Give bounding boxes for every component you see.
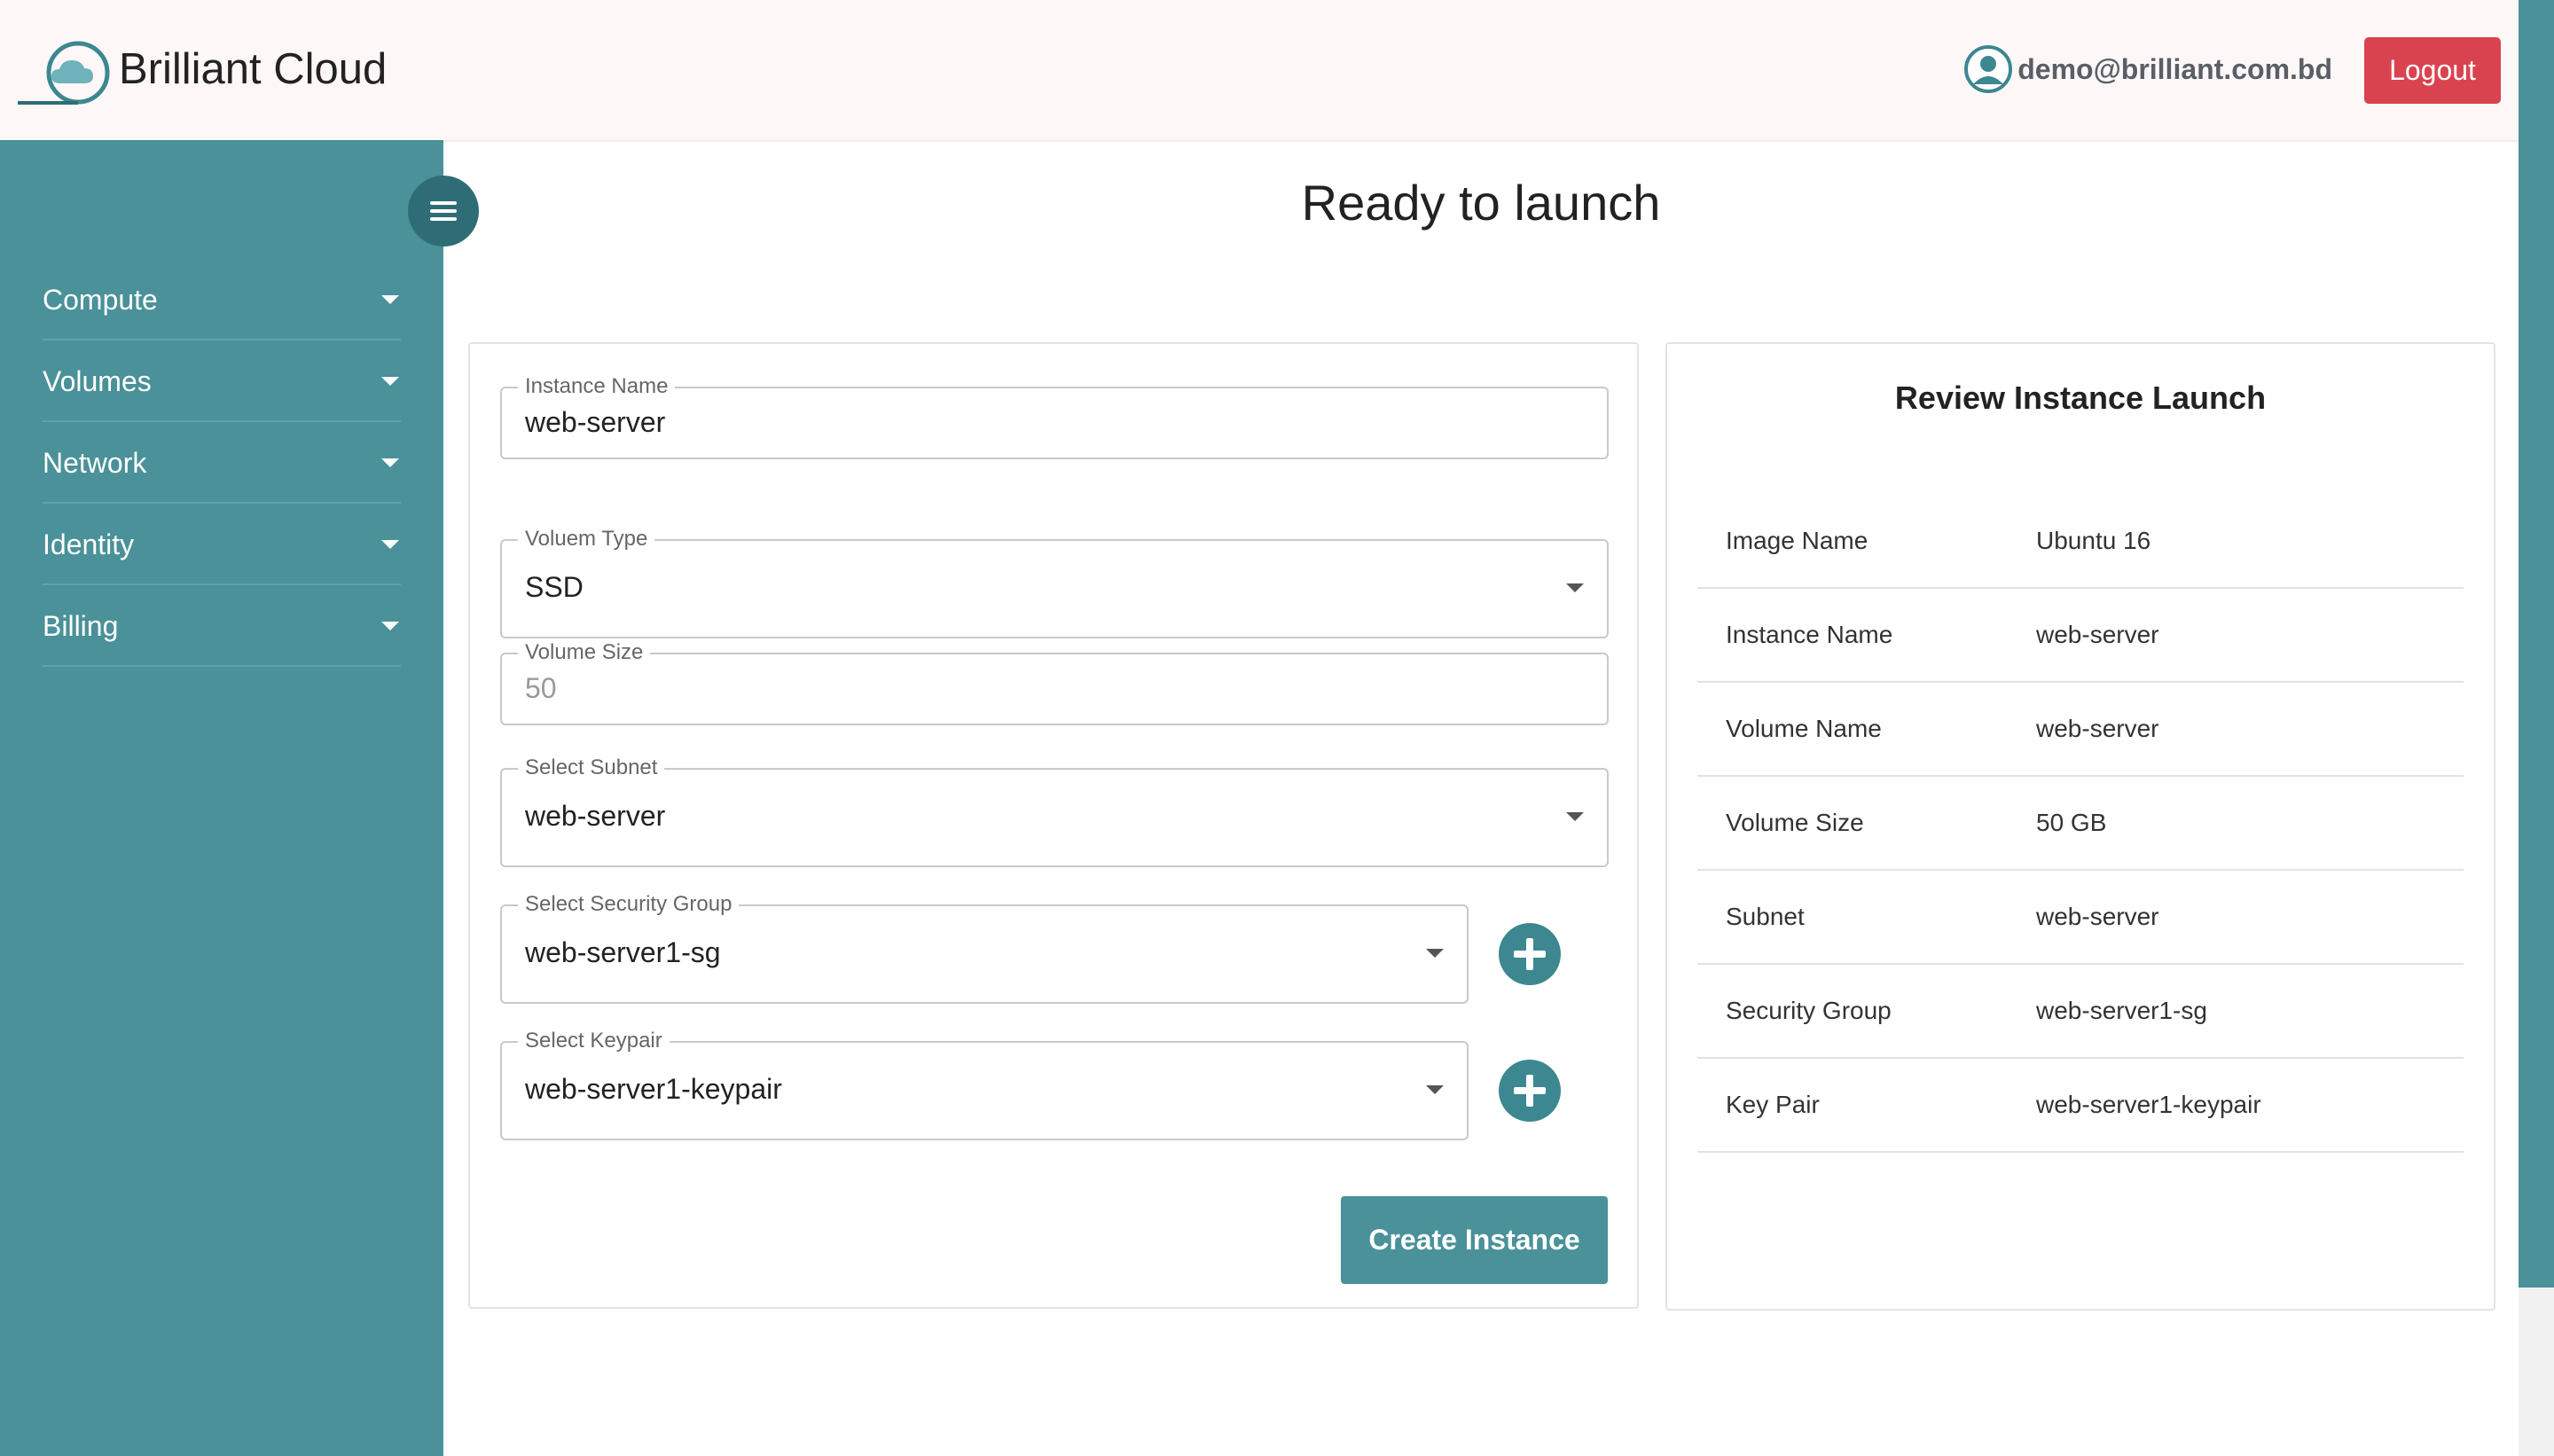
review-row: Security Group web-server1-sg — [1697, 965, 2464, 1059]
brand-logo-icon — [18, 41, 110, 105]
instance-name-input[interactable]: Instance Name web-server — [500, 374, 1609, 459]
top-header: Brilliant Cloud demo@brilliant.com.bd Lo… — [0, 0, 2519, 142]
brand-name: Brilliant Cloud — [119, 45, 388, 93]
user-email: demo@brilliant.com.bd — [2017, 52, 2332, 85]
review-row: Volume Name web-server — [1697, 683, 2464, 777]
keypair-select[interactable]: Select Keypair web-server1-keypair — [500, 1029, 1469, 1140]
review-value: web-server1-keypair — [2036, 1091, 2261, 1118]
sidebar-item-label: Network — [43, 446, 147, 479]
review-key: Volume Size — [1726, 809, 1864, 836]
review-row: Key Pair web-server1-keypair — [1697, 1059, 2464, 1153]
sidebar-nav: Compute Volumes Network Identity Billing — [43, 261, 401, 669]
page-scrollbar[interactable] — [2519, 0, 2554, 1456]
volume-type-select[interactable]: Voluem Type SSD — [500, 527, 1609, 638]
review-value: web-server — [2036, 715, 2159, 742]
review-key: Volume Name — [1726, 715, 1882, 742]
add-keypair-button[interactable] — [1499, 1060, 1561, 1122]
review-key: Security Group — [1726, 997, 1892, 1024]
volume-size-value: 50 — [525, 672, 557, 704]
page-title: Ready to launch — [1301, 175, 1661, 231]
review-value: web-server — [2036, 621, 2159, 648]
review-key: Image Name — [1726, 527, 1868, 554]
review-key: Key Pair — [1726, 1091, 1820, 1118]
sidebar-item-volumes[interactable]: Volumes — [43, 342, 401, 422]
launch-form-card: Instance Name web-server Voluem Type SSD… — [468, 342, 1639, 1309]
chevron-down-icon — [1566, 583, 1584, 592]
review-card: Review Instance Launch Image Name Ubuntu… — [1665, 342, 2495, 1311]
instance-name-value: web-server — [525, 406, 666, 438]
review-row: Instance Name web-server — [1697, 589, 2464, 683]
sidebar-item-label: Billing — [43, 609, 119, 642]
volume-size-label: Volume Size — [518, 640, 651, 665]
sidebar-item-compute[interactable]: Compute — [43, 261, 401, 341]
caret-down-icon — [381, 458, 399, 467]
sidebar-item-label: Identity — [43, 528, 135, 560]
add-security-group-button[interactable] — [1499, 923, 1561, 985]
review-row: Image Name Ubuntu 16 — [1697, 495, 2464, 589]
sidebar-item-label: Volumes — [43, 364, 152, 397]
caret-down-icon — [381, 622, 399, 630]
sidebar-item-identity[interactable]: Identity — [43, 505, 401, 585]
review-value: web-server — [2036, 903, 2159, 930]
logout-button[interactable]: Logout — [2364, 37, 2501, 104]
review-row: Subnet web-server — [1697, 871, 2464, 965]
security-group-value: web-server1-sg — [525, 936, 721, 968]
keypair-label: Select Keypair — [518, 1029, 670, 1053]
volume-type-value: SSD — [525, 571, 584, 603]
review-key: Subnet — [1726, 903, 1805, 930]
subnet-value: web-server — [525, 800, 666, 832]
review-key: Instance Name — [1726, 621, 1893, 648]
keypair-value: web-server1-keypair — [525, 1073, 782, 1105]
review-value: 50 GB — [2036, 809, 2107, 836]
caret-down-icon — [381, 540, 399, 549]
sidebar-item-label: Compute — [43, 283, 158, 316]
caret-down-icon — [381, 295, 399, 304]
subnet-select[interactable]: Select Subnet web-server — [500, 755, 1609, 867]
plus-icon — [1514, 1075, 1546, 1107]
create-instance-button[interactable]: Create Instance — [1341, 1196, 1608, 1284]
user-account[interactable]: demo@brilliant.com.bd — [1964, 44, 2332, 94]
chevron-down-icon — [1426, 1085, 1444, 1094]
page-scrollbar-thumb[interactable] — [2519, 0, 2554, 1288]
caret-down-icon — [381, 377, 399, 386]
sidebar-item-network[interactable]: Network — [43, 424, 401, 504]
plus-icon — [1514, 938, 1546, 970]
review-value: Ubuntu 16 — [2036, 527, 2151, 554]
chevron-down-icon — [1566, 812, 1584, 821]
review-title: Review Instance Launch — [1894, 380, 2267, 416]
subnet-label: Select Subnet — [518, 755, 665, 780]
user-avatar-icon — [1964, 45, 2013, 93]
volume-size-input: Volume Size 50 — [500, 640, 1609, 725]
instance-name-label: Instance Name — [518, 374, 676, 399]
security-group-label: Select Security Group — [518, 892, 740, 917]
security-group-select[interactable]: Select Security Group web-server1-sg — [500, 892, 1469, 1004]
review-row: Volume Size 50 GB — [1697, 777, 2464, 871]
sidebar-toggle-button[interactable] — [408, 176, 479, 247]
review-value: web-server1-sg — [2036, 997, 2207, 1024]
chevron-down-icon — [1426, 949, 1444, 958]
sidebar-item-billing[interactable]: Billing — [43, 587, 401, 667]
volume-type-label: Voluem Type — [518, 527, 655, 552]
hamburger-icon — [430, 201, 457, 221]
